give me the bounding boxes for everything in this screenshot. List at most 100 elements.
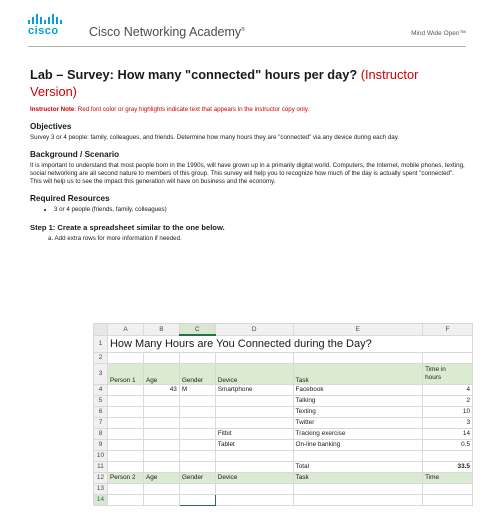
cell xyxy=(422,449,473,462)
cell: Texting xyxy=(292,405,424,418)
cell: 43 xyxy=(142,383,180,396)
cell xyxy=(214,394,294,407)
cell xyxy=(178,351,216,364)
cell xyxy=(142,427,180,440)
cell xyxy=(106,460,144,473)
corner-cell xyxy=(93,323,108,336)
sheet-row: 12 Person 2 Age Gender Device Task Time xyxy=(93,471,473,484)
column-header: C xyxy=(178,323,216,336)
cell xyxy=(178,416,216,429)
objectives-heading: Objectives xyxy=(30,122,72,131)
cell xyxy=(142,449,180,462)
sheet-row: 14 xyxy=(93,493,473,506)
cell xyxy=(214,482,294,495)
sheet-row: 6 Texting 10 xyxy=(93,405,473,418)
cell xyxy=(178,449,216,462)
cell xyxy=(178,405,216,418)
cell: 3 xyxy=(422,416,473,429)
sheet-row: 13 xyxy=(93,482,473,495)
cell: 0.5 xyxy=(422,438,473,451)
cell xyxy=(178,482,216,495)
sheet-row: 1 How Many Hours are You Connected durin… xyxy=(93,334,473,353)
active-cell xyxy=(178,493,216,506)
cell xyxy=(178,394,216,407)
cell: Gender xyxy=(178,362,216,385)
cell xyxy=(106,394,144,407)
cell xyxy=(106,482,144,495)
sheet-row: 10 xyxy=(93,449,473,462)
cell xyxy=(214,416,294,429)
sheet-row: 5 Talking 2 xyxy=(93,394,473,407)
resource-item: 3 or 4 people (friends, family, colleagu… xyxy=(54,206,466,213)
sheet-row: 3 Person 1 Age Gender Device Task Time i… xyxy=(93,362,473,385)
cell xyxy=(142,394,180,407)
cell: Total xyxy=(292,460,424,473)
cisco-logo: cisco xyxy=(28,14,62,37)
row-number: 10 xyxy=(93,449,108,462)
cell xyxy=(292,351,424,364)
column-header: D xyxy=(214,323,294,336)
sheet-row: 7 Twitter 3 xyxy=(93,416,473,429)
tagline: Mind Wide Open™ xyxy=(411,30,466,37)
row-number: 3 xyxy=(93,362,108,385)
page-title: Lab – Survey: How many "connected" hours… xyxy=(30,67,419,99)
cell xyxy=(292,482,424,495)
cell xyxy=(106,405,144,418)
cell xyxy=(422,493,473,506)
row-number: 4 xyxy=(93,383,108,396)
spreadsheet-table: A B C D E F 1 How Many Hours are You Con… xyxy=(93,323,473,506)
cell: M xyxy=(178,383,216,396)
cell: Talking xyxy=(292,394,424,407)
cell: Fitbit xyxy=(214,427,294,440)
cell xyxy=(142,438,180,451)
cell xyxy=(178,427,216,440)
cell: 4 xyxy=(422,383,473,396)
registered-mark: ® xyxy=(241,26,245,33)
cell: Facebook xyxy=(292,383,424,396)
document-body: Lab – Survey: How many "connected" hours… xyxy=(30,66,466,243)
cell: Task xyxy=(292,471,424,484)
cisco-wordmark: cisco xyxy=(28,25,59,37)
cell xyxy=(106,383,144,396)
cell: Age xyxy=(142,471,180,484)
background-text: It is important to understand that most … xyxy=(30,162,465,185)
cell xyxy=(178,438,216,451)
cell xyxy=(142,416,180,429)
row-number: 7 xyxy=(93,416,108,429)
cell xyxy=(422,351,473,364)
background-heading: Background / Scenario xyxy=(30,150,120,159)
document-page: cisco Cisco Networking Academy® Mind Wid… xyxy=(0,0,484,520)
cell: Time xyxy=(422,471,473,484)
column-header: A xyxy=(106,323,144,336)
cell xyxy=(142,482,180,495)
sheet-row: 9 Tablet On-line banking 0.5 xyxy=(93,438,473,451)
row-number: 6 xyxy=(93,405,108,418)
sheet-title: How Many Hours are You Connected during … xyxy=(106,334,473,353)
resources-list: 3 or 4 people (friends, family, colleagu… xyxy=(30,206,466,213)
cell xyxy=(214,351,294,364)
resources-heading: Required Resources xyxy=(30,194,110,203)
cell: 33.5 xyxy=(422,460,473,473)
cell: Device xyxy=(214,362,294,385)
cell: 10 xyxy=(422,405,473,418)
cell: 14 xyxy=(422,427,473,440)
step1-substep: a. Add extra rows for more information i… xyxy=(48,235,182,242)
sheet-row: 11 Total 33.5 xyxy=(93,460,473,473)
cell xyxy=(292,493,424,506)
cell: Smartphone xyxy=(214,383,294,396)
cell: Gender xyxy=(178,471,216,484)
cell xyxy=(106,427,144,440)
row-number: 14 xyxy=(93,493,108,506)
spreadsheet-image: A B C D E F 1 How Many Hours are You Con… xyxy=(93,323,473,523)
sheet-row: 4 43 M Smartphone Facebook 4 xyxy=(93,383,473,396)
row-number: 9 xyxy=(93,438,108,451)
cell xyxy=(214,493,294,506)
cell xyxy=(142,405,180,418)
cell xyxy=(142,493,180,506)
row-number: 8 xyxy=(93,427,108,440)
column-header: B xyxy=(142,323,180,336)
cell xyxy=(178,460,216,473)
cell: 2 xyxy=(422,394,473,407)
cell: Tracking exercise xyxy=(292,427,424,440)
column-header: E xyxy=(292,323,424,336)
